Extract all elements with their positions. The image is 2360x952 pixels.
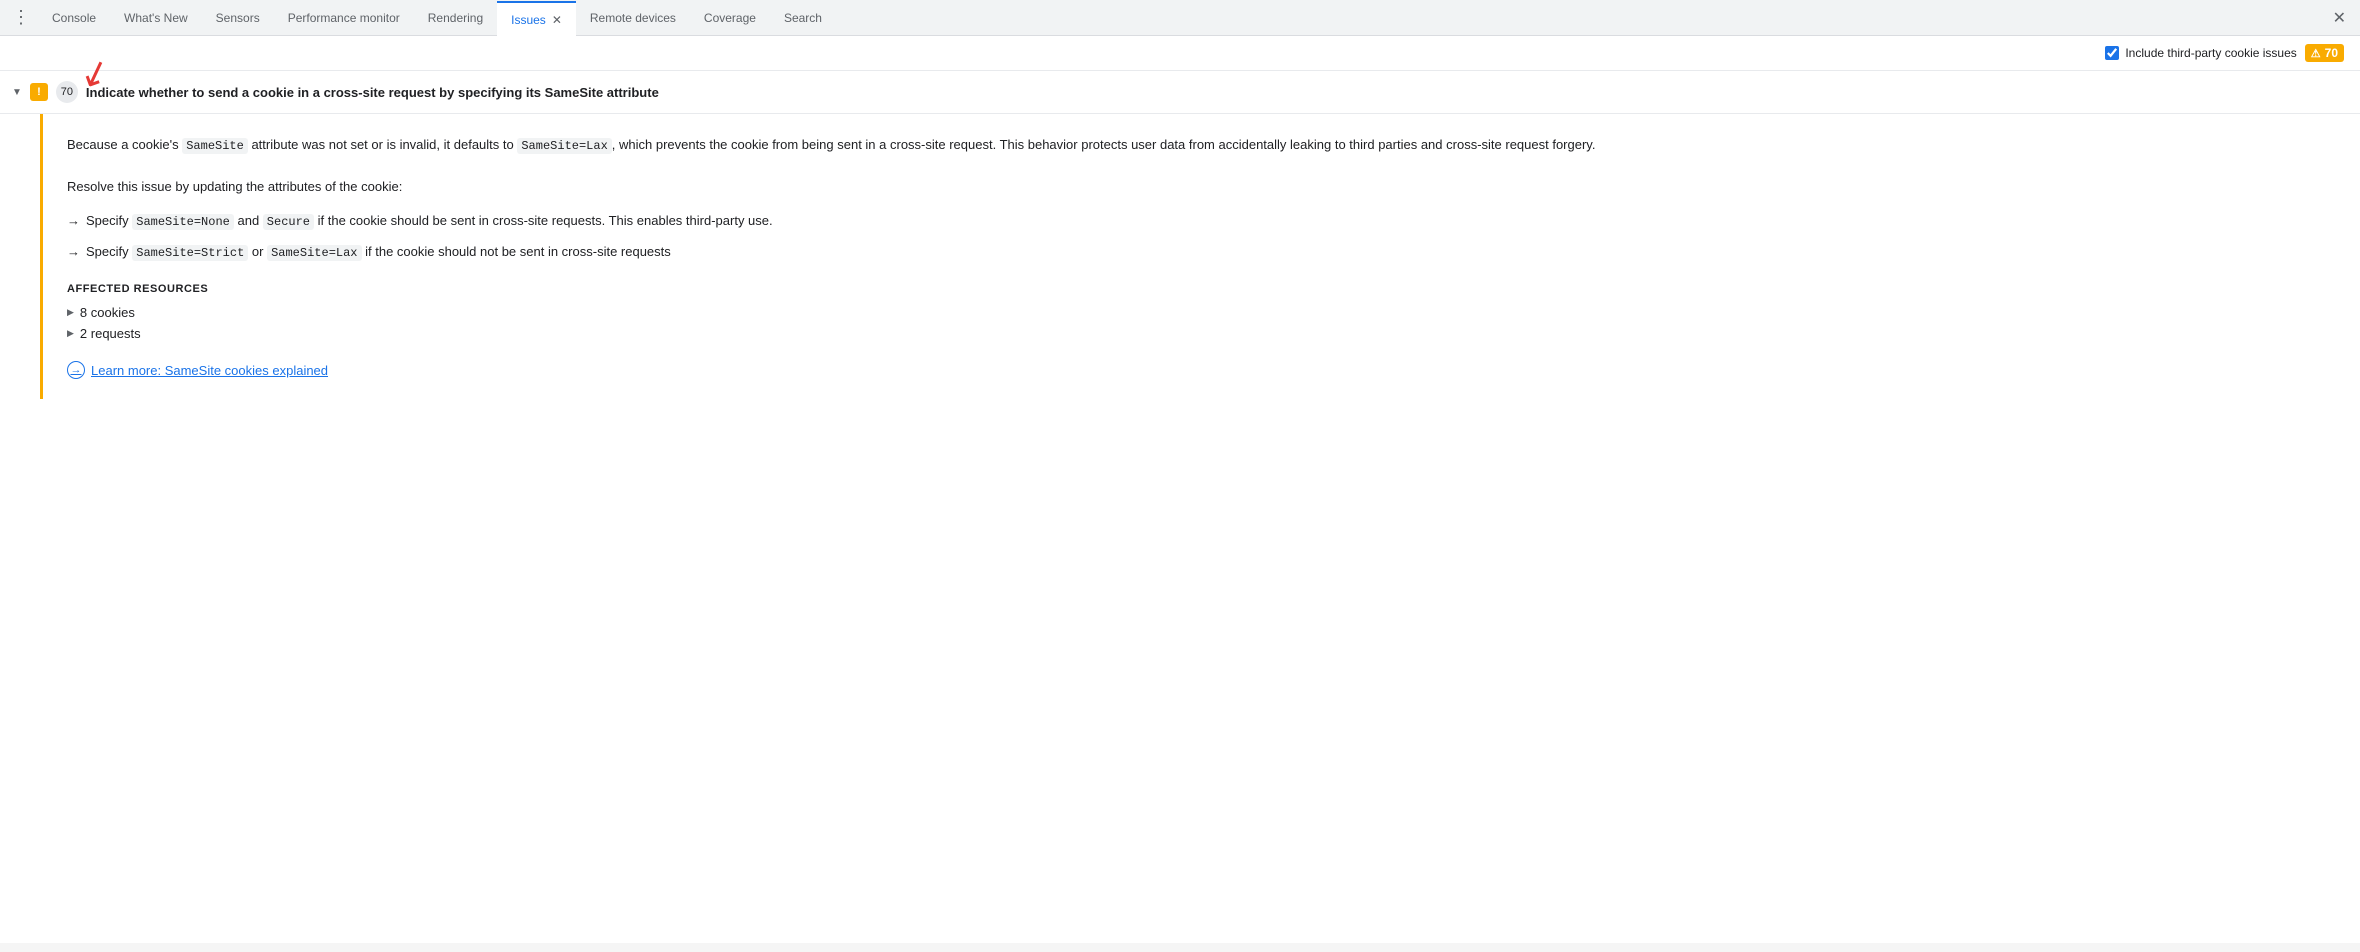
bullet-arrow-1: →: [67, 210, 80, 232]
resource-label-requests: 2 requests: [80, 326, 141, 341]
bullet-item-2: → Specify SameSite=Strict or SameSite=La…: [67, 241, 2336, 263]
resource-triangle-icon-2: ▶: [67, 328, 74, 339]
tab-whats-new[interactable]: What's New: [110, 0, 202, 36]
tab-coverage[interactable]: Coverage: [690, 0, 770, 36]
tab-remote-devices-label: Remote devices: [590, 11, 676, 25]
bullet-arrow-2: →: [67, 241, 80, 263]
code-samesite-strict: SameSite=Strict: [132, 245, 248, 261]
detail-paragraph-1: Because a cookie's SameSite attribute wa…: [67, 134, 2336, 156]
devtools-panel: ⋮ Console What's New Sensors Performance…: [0, 0, 2360, 943]
resolve-paragraph: Resolve this issue by updating the attri…: [67, 176, 2336, 198]
tab-issues-label: Issues: [511, 13, 546, 27]
learn-more-text: Learn more: SameSite cookies explained: [91, 363, 328, 378]
chevron-down-icon: ▼: [12, 87, 22, 98]
tab-rendering-label: Rendering: [428, 11, 483, 25]
tab-bar: ⋮ Console What's New Sensors Performance…: [0, 0, 2360, 36]
issue-count-badge: 70: [2305, 44, 2344, 62]
badge-count: 70: [2325, 46, 2338, 60]
tab-whats-new-label: What's New: [124, 11, 188, 25]
code-samesite-none: SameSite=None: [132, 214, 234, 230]
issues-container: ▼ ! 70 Indicate whether to send a cookie…: [0, 71, 2360, 943]
tab-search[interactable]: Search: [770, 0, 836, 36]
checkbox-label-text: Include third-party cookie issues: [2125, 46, 2296, 60]
issue-detail: Because a cookie's SameSite attribute wa…: [40, 114, 2360, 399]
issue-row[interactable]: ▼ ! 70 Indicate whether to send a cookie…: [0, 71, 2360, 114]
code-secure: Secure: [263, 214, 314, 230]
bullet-text-2: Specify SameSite=Strict or SameSite=Lax …: [86, 241, 671, 263]
code-samesite-attr: SameSite: [182, 138, 248, 154]
learn-more-icon: →: [67, 361, 85, 379]
issue-count: 70: [56, 81, 78, 103]
tab-rendering[interactable]: Rendering: [414, 0, 497, 36]
tab-console[interactable]: Console: [38, 0, 110, 36]
resource-label-cookies: 8 cookies: [80, 305, 135, 320]
tab-search-label: Search: [784, 11, 822, 25]
tab-issues[interactable]: Issues ✕: [497, 1, 576, 37]
tab-remote-devices[interactable]: Remote devices: [576, 0, 690, 36]
tab-performance-monitor[interactable]: Performance monitor: [274, 0, 414, 36]
more-tabs-button[interactable]: ⋮: [4, 7, 38, 28]
bullet-item-1: → Specify SameSite=None and Secure if th…: [67, 210, 2336, 232]
issue-title: Indicate whether to send a cookie in a c…: [86, 85, 659, 100]
tab-sensors-label: Sensors: [216, 11, 260, 25]
resource-item-cookies[interactable]: ▶ 8 cookies: [67, 305, 2336, 320]
code-samesite-lax-2: SameSite=Lax: [267, 245, 361, 261]
tab-issues-close[interactable]: ✕: [552, 14, 562, 26]
tab-sensors[interactable]: Sensors: [202, 0, 274, 36]
tab-coverage-label: Coverage: [704, 11, 756, 25]
third-party-cookie-checkbox[interactable]: [2105, 46, 2119, 60]
issue-icon-symbol: !: [37, 86, 41, 98]
code-samesite-lax: SameSite=Lax: [517, 138, 611, 154]
tab-console-label: Console: [52, 11, 96, 25]
resource-item-requests[interactable]: ▶ 2 requests: [67, 326, 2336, 341]
learn-more-link[interactable]: → Learn more: SameSite cookies explained: [67, 361, 2336, 379]
issue-warning-icon: !: [30, 83, 48, 101]
affected-resources-title: AFFECTED RESOURCES: [67, 283, 2336, 295]
tab-performance-monitor-label: Performance monitor: [288, 11, 400, 25]
resource-triangle-icon-1: ▶: [67, 307, 74, 318]
issues-header: Include third-party cookie issues 70: [0, 36, 2360, 71]
third-party-cookie-checkbox-label[interactable]: Include third-party cookie issues: [2105, 46, 2296, 60]
close-devtools-button[interactable]: ✕: [2323, 8, 2356, 28]
bullet-text-1: Specify SameSite=None and Secure if the …: [86, 210, 773, 232]
